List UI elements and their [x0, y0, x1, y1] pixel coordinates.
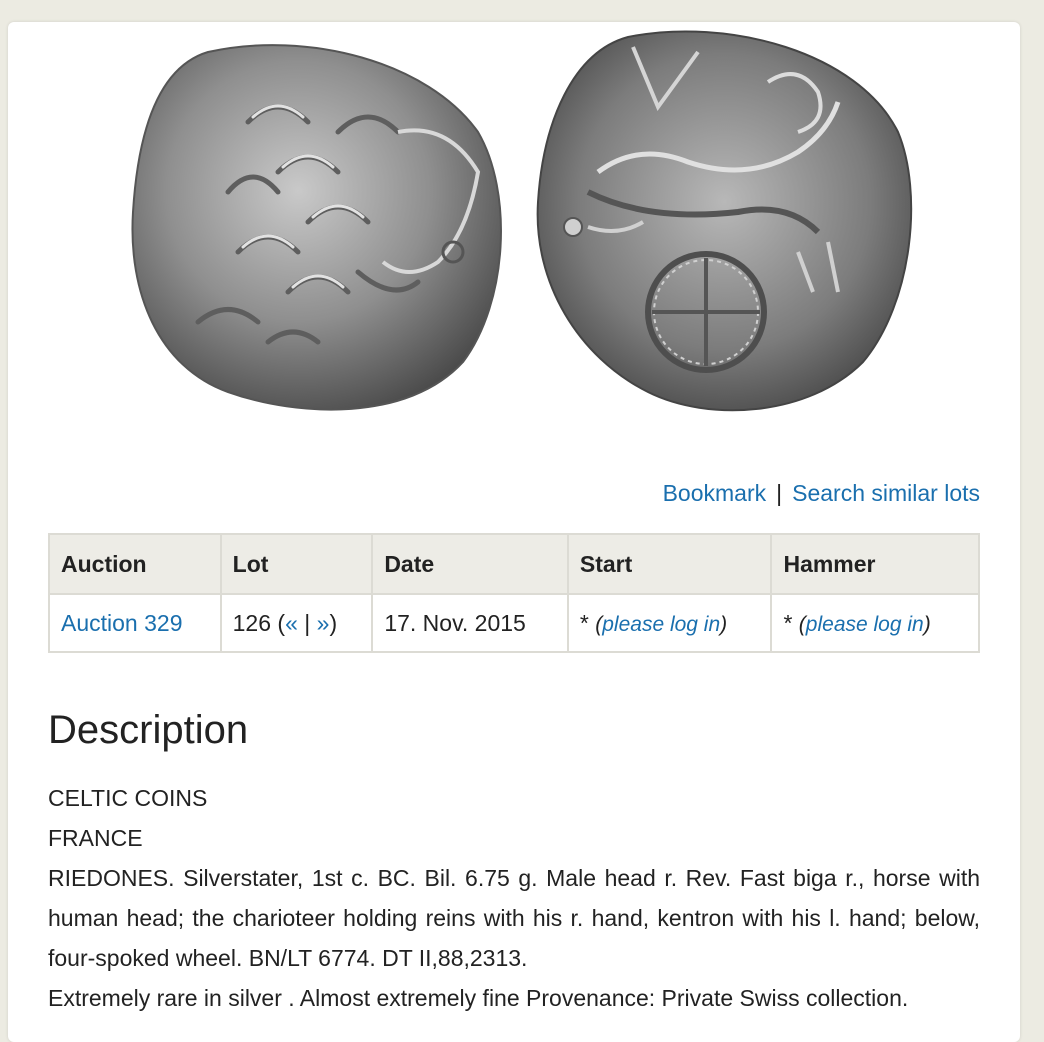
cell-auction: Auction 329: [48, 593, 222, 653]
lot-paren-close: ): [329, 609, 338, 636]
description-region: FRANCE: [48, 825, 143, 851]
header-lot: Lot: [219, 533, 374, 595]
lot-paren-open: (: [277, 609, 286, 636]
description-text: RIEDONES. Silverstater, 1st c. BC. Bil. …: [48, 865, 980, 971]
hammer-login-paren-open: (: [798, 612, 806, 636]
header-start: Start: [566, 533, 773, 595]
cell-date: 17. Nov. 2015: [371, 593, 569, 653]
coin-reverse-image[interactable]: [536, 30, 913, 412]
description-category: CELTIC COINS: [48, 785, 208, 811]
lot-actions: Bookmark | Search similar lots: [663, 480, 980, 507]
cell-start: * (please log in): [566, 593, 773, 653]
hammer-star: *: [783, 609, 793, 636]
coin-images: [131, 30, 913, 412]
lot-number: 126: [232, 609, 272, 636]
header-hammer: Hammer: [770, 533, 980, 595]
coin-obverse-image[interactable]: [131, 44, 502, 411]
header-auction: Auction: [48, 533, 222, 595]
lot-nav-separator: |: [304, 609, 311, 636]
header-date: Date: [371, 533, 569, 595]
next-lot-link[interactable]: »: [317, 610, 330, 636]
search-similar-lots-link[interactable]: Search similar lots: [792, 480, 980, 506]
start-star: *: [579, 609, 589, 636]
table-row: Auction 329 126 (« | ») 17. Nov. 2015 * …: [48, 593, 980, 653]
auction-link[interactable]: Auction 329: [61, 610, 182, 636]
description-heading: Description: [48, 708, 249, 752]
description-body: CELTIC COINS FRANCE RIEDONES. Silverstat…: [48, 778, 980, 1018]
lot-info-table: Auction Lot Date Start Hammer Auction 32…: [48, 533, 980, 653]
actions-separator: |: [776, 480, 783, 506]
start-login-paren-close: ): [720, 612, 728, 636]
cell-lot: 126 (« | »): [219, 593, 374, 653]
start-please-log-in-link[interactable]: please log in: [602, 613, 720, 636]
hammer-please-log-in-link[interactable]: please log in: [806, 613, 924, 636]
description-notes: Extremely rare in silver . Almost extrem…: [48, 985, 909, 1011]
bookmark-link[interactable]: Bookmark: [663, 480, 767, 506]
previous-lot-link[interactable]: «: [285, 610, 298, 636]
table-header-row: Auction Lot Date Start Hammer: [48, 533, 980, 595]
cell-hammer: * (please log in): [770, 593, 980, 653]
lot-card: Bookmark | Search similar lots Auction Lot…: [8, 22, 1020, 1042]
hammer-login-paren-close: ): [923, 612, 931, 636]
